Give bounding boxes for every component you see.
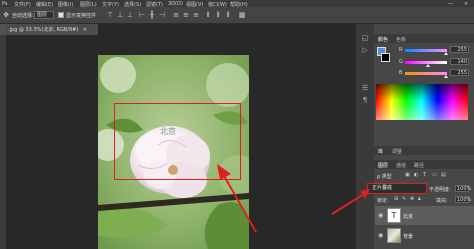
distribute-bottom-icon[interactable]: ≡ bbox=[192, 11, 200, 19]
layer-name[interactable]: 背景 bbox=[403, 233, 413, 240]
visibility-eye-icon[interactable]: ◉ bbox=[378, 232, 383, 239]
align-vcenter-icon[interactable]: ⊥ bbox=[116, 11, 124, 19]
move-tool-icon[interactable]: ✥ bbox=[2, 11, 10, 19]
close-window-button[interactable]: × bbox=[464, 1, 468, 7]
blend-mode-dropdown[interactable]: 正片叠底 bbox=[367, 183, 427, 194]
properties-icon[interactable]: ☰ bbox=[361, 84, 369, 92]
text-layer-thumbnail: T bbox=[387, 208, 401, 223]
background-color-swatch[interactable] bbox=[381, 53, 390, 62]
slider-label-g: G bbox=[399, 59, 403, 65]
history-icon[interactable]: ◱ bbox=[361, 34, 369, 42]
tab-paths[interactable]: 路径 bbox=[414, 162, 424, 169]
filter-shape-icon[interactable]: ▭ bbox=[432, 172, 437, 178]
auto-select-label: 自动选择: bbox=[12, 13, 34, 19]
lock-paint-icon[interactable]: ✎ bbox=[402, 196, 406, 202]
fill-value[interactable]: 100% bbox=[455, 196, 471, 203]
tab-swatches[interactable]: 色板 bbox=[396, 36, 406, 43]
minimize-button[interactable]: — bbox=[448, 1, 453, 7]
align-hcenter-icon[interactable]: ╫ bbox=[148, 11, 156, 19]
align-right-icon[interactable]: ⊣ bbox=[158, 11, 166, 19]
layer-row-text[interactable]: ◉ T 北京 bbox=[375, 206, 474, 225]
filter-pixel-icon[interactable]: ▣ bbox=[405, 172, 410, 178]
tab-adjust[interactable]: 调整 bbox=[392, 148, 402, 155]
align-bottom-icon[interactable]: ⊥ bbox=[126, 11, 134, 19]
slider-r[interactable] bbox=[405, 49, 447, 52]
slider-label-r: R bbox=[399, 47, 403, 53]
tab-layers[interactable]: 图层 bbox=[378, 162, 388, 169]
align-left-icon[interactable]: ⊢ bbox=[138, 11, 146, 19]
document-tab-title: .jpg @ 33.3%(北京, RGB/8#) bbox=[8, 27, 79, 33]
show-transform-label: 显示变换控件 bbox=[66, 13, 97, 19]
layer-kind-filter[interactable]: ρ 类型 bbox=[377, 173, 392, 180]
distribute-vcenter-icon[interactable]: ≡ bbox=[182, 11, 190, 19]
document-tab[interactable]: .jpg @ 33.3%(北京, RGB/8#) × bbox=[6, 24, 98, 35]
color-spectrum[interactable] bbox=[376, 84, 468, 120]
slider-b[interactable] bbox=[405, 72, 447, 75]
canvas-text-beijing[interactable]: 北京 bbox=[160, 126, 176, 137]
annotation-arrow-canvas bbox=[217, 164, 257, 233]
auto-align-icon[interactable]: ▦ bbox=[238, 11, 246, 19]
color-panel-tabs: 颜色 色板 bbox=[374, 34, 474, 43]
layer-name[interactable]: 北京 bbox=[403, 213, 413, 220]
tab-close-icon[interactable]: × bbox=[83, 27, 87, 33]
opacity-label: 不透明度: bbox=[429, 187, 451, 193]
slider-thumb-g[interactable] bbox=[426, 64, 431, 67]
lock-label: 锁定: bbox=[377, 198, 389, 204]
lock-position-icon[interactable]: ✥ bbox=[410, 196, 414, 202]
slider-label-b: B bbox=[399, 70, 403, 76]
lock-all-icon[interactable]: 🔒︎ bbox=[418, 196, 421, 202]
actions-icon[interactable]: ▷ bbox=[361, 46, 369, 54]
value-b[interactable]: 255 bbox=[450, 69, 469, 76]
value-g[interactable]: 140 bbox=[450, 58, 469, 65]
filter-smart-icon[interactable]: ▤ bbox=[441, 172, 446, 178]
value-r[interactable]: 255 bbox=[450, 46, 469, 53]
align-top-icon[interactable]: ⊤ bbox=[106, 11, 114, 19]
slider-thumb-r[interactable] bbox=[444, 52, 449, 55]
tab-library[interactable]: 库 bbox=[378, 148, 383, 155]
distribute-top-icon[interactable]: ≡ bbox=[172, 11, 180, 19]
layers-panel-tabs: 图层 通道 路径 bbox=[374, 160, 474, 169]
distribute-left-icon[interactable]: ⦀ bbox=[204, 11, 212, 19]
background-layer-thumbnail bbox=[387, 228, 401, 243]
visibility-eye-icon[interactable]: ◉ bbox=[378, 212, 383, 219]
tab-channels[interactable]: 通道 bbox=[396, 162, 406, 169]
tab-color[interactable]: 颜色 bbox=[378, 36, 388, 43]
document-area: .jpg @ 33.3%(北京, RGB/8#) × 北京 bbox=[6, 24, 356, 249]
menu-3d[interactable]: 3D(D) bbox=[168, 1, 183, 7]
app-logo: Ps bbox=[2, 0, 8, 7]
distribute-right-icon[interactable]: ⦀ bbox=[224, 11, 232, 19]
distribute-hcenter-icon[interactable]: ⦀ bbox=[214, 11, 222, 19]
library-tabs: 库 调整 bbox=[374, 146, 474, 155]
opacity-value[interactable]: 100% bbox=[455, 185, 471, 192]
lock-pixels-icon[interactable]: ⊞ bbox=[394, 196, 398, 202]
options-bar: ✥ 自动选择: 图层 显示变换控件 ⊤ ⊥ ⊥ ⊢ ╫ ⊣ ≡ ≡ ≡ ⦀ ⦀ … bbox=[0, 7, 474, 24]
slider-thumb-b[interactable] bbox=[444, 75, 449, 78]
menu-bar: Ps 文件(F) 编辑(E) 图像(I) 图层(L) 文字(Y) 选择(S) 滤… bbox=[0, 0, 474, 8]
layer-select-dropdown[interactable]: 图层 bbox=[34, 11, 54, 19]
filter-type-icon[interactable]: T bbox=[423, 172, 426, 178]
annotation-arrow-blend bbox=[331, 189, 370, 215]
show-transform-checkbox[interactable] bbox=[58, 12, 64, 18]
fill-label: 填充: bbox=[436, 198, 448, 204]
paragraph-icon[interactable]: ¶ bbox=[361, 96, 369, 104]
layer-row-background[interactable]: ◉ 背景 bbox=[375, 226, 474, 245]
filter-adjust-icon[interactable]: ◐ bbox=[414, 172, 418, 178]
